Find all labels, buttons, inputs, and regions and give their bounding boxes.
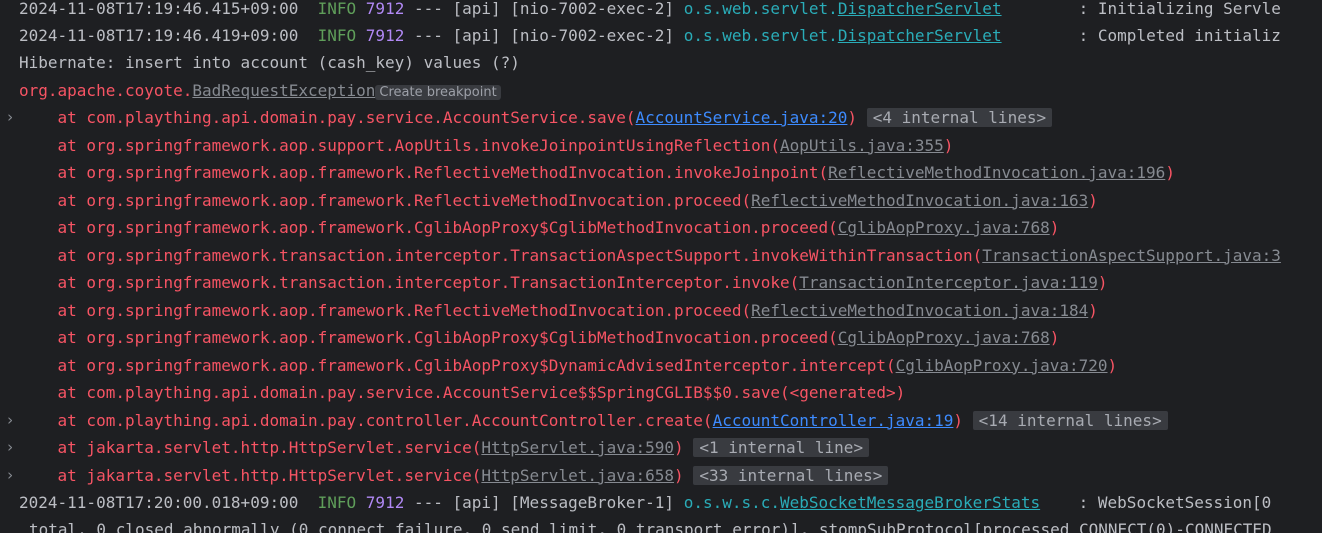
log-level: INFO xyxy=(317,0,357,18)
exception-package: org.apache.coyote. xyxy=(19,81,193,100)
stack-frame-method: at org.springframework.aop.framework.Ref… xyxy=(19,163,829,182)
stack-frame: › at jakarta.servlet.http.HttpServlet.se… xyxy=(0,434,1322,461)
log-message: : WebSocketSession[0 xyxy=(1040,493,1272,512)
log-message: : Initializing Servle xyxy=(1001,0,1281,18)
stack-frame: at org.springframework.aop.framework.Cgl… xyxy=(0,214,1322,241)
stack-frame: at org.springframework.aop.framework.Ref… xyxy=(0,187,1322,214)
stack-frame-method: at org.springframework.aop.framework.Cgl… xyxy=(19,218,838,237)
stack-frame-suffix: ) xyxy=(943,135,954,155)
log-thread: --- [api] [MessageBroker-1] xyxy=(404,493,684,512)
log-timestamp: 2024-11-08T17:19:46.419+09:00 xyxy=(19,26,299,45)
source-file-link[interactable]: AopUtils.java:355 xyxy=(780,136,944,155)
source-file-link[interactable]: HttpServlet.java:658 xyxy=(481,466,674,485)
source-file-link[interactable]: TransactionInterceptor.java:119 xyxy=(799,273,1098,292)
stack-frame: › at com.plaything.api.domain.pay.servic… xyxy=(0,104,1322,131)
source-file-link[interactable]: CglibAopProxy.java:768 xyxy=(838,218,1050,237)
stack-frame-method: at jakarta.servlet.http.HttpServlet.serv… xyxy=(19,438,482,457)
log-timestamp: 2024-11-08T17:20:00.018+09:00 xyxy=(19,493,299,512)
stack-frame-method: at org.springframework.aop.framework.Ref… xyxy=(19,190,752,210)
source-file-link[interactable]: AccountController.java:19 xyxy=(713,411,954,430)
chevron-right-icon[interactable]: › xyxy=(4,407,16,434)
stack-frame: at org.springframework.aop.framework.Ref… xyxy=(0,159,1322,186)
stack-frame-suffix: ) xyxy=(674,465,684,485)
log-level: INFO xyxy=(317,493,357,512)
hibernate-sql: Hibernate: insert into account (cash_key… xyxy=(19,53,520,72)
stack-frame-suffix: ) xyxy=(1049,218,1060,237)
stack-frame: at com.plaything.api.domain.pay.service.… xyxy=(0,379,1322,406)
stack-frame-method: at com.plaything.api.domain.pay.service.… xyxy=(19,383,906,402)
stack-frame-suffix: ) xyxy=(1107,355,1118,375)
log-thread: --- [api] [nio-7002-exec-2] xyxy=(404,26,684,45)
log-logger-package: o.s.w.s.c. xyxy=(683,493,781,512)
source-file-link[interactable]: TransactionAspectSupport.java:3 xyxy=(982,246,1281,265)
internal-lines-fold[interactable]: <33 internal lines> xyxy=(693,465,889,485)
log-line: 2024-11-08T17:19:46.415+09:00 INFO 7912 … xyxy=(0,0,1322,22)
stack-frame-suffix: ) xyxy=(1049,328,1060,347)
log-logger-package: o.s.web.servlet. xyxy=(683,26,838,45)
create-breakpoint-button[interactable]: Create breakpoint xyxy=(375,85,501,100)
internal-lines-fold[interactable]: <4 internal lines> xyxy=(866,108,1053,127)
log-message: total, 0 closed abnormally (0 connect fa… xyxy=(29,520,1272,533)
log-logger-package: o.s.web.servlet. xyxy=(683,0,838,18)
source-file-link[interactable]: ReflectiveMethodInvocation.java:163 xyxy=(751,191,1088,210)
log-pid: 7912 xyxy=(365,493,405,512)
stack-frame-method: at org.springframework.aop.framework.Ref… xyxy=(19,300,752,320)
log-line: 2024-11-08T17:19:46.419+09:00 INFO 7912 … xyxy=(0,22,1322,49)
source-file-link[interactable]: ReflectiveMethodInvocation.java:184 xyxy=(751,301,1088,320)
log-line-continuation: total, 0 closed abnormally (0 connect fa… xyxy=(0,516,1322,533)
stack-frame-suffix: ) xyxy=(1088,300,1098,320)
stack-frame: at org.springframework.transaction.inter… xyxy=(0,269,1322,296)
stack-frame: at org.springframework.aop.framework.Cgl… xyxy=(0,324,1322,351)
stack-frame-method: at org.springframework.aop.framework.Cgl… xyxy=(19,328,838,347)
stack-frame-suffix: ) xyxy=(1165,163,1175,182)
source-file-link[interactable]: HttpServlet.java:590 xyxy=(481,438,674,457)
chevron-right-icon[interactable]: › xyxy=(4,462,16,489)
hibernate-line: Hibernate: insert into account (cash_key… xyxy=(0,49,1322,76)
source-file-link[interactable]: AccountService.java:20 xyxy=(636,108,848,127)
stack-frame-method: at com.plaything.api.domain.pay.service.… xyxy=(19,108,636,127)
chevron-right-icon[interactable]: › xyxy=(4,434,16,461)
stack-frame-suffix: ) xyxy=(1088,190,1098,210)
log-thread: --- [api] [nio-7002-exec-2] xyxy=(404,0,684,18)
console-output: 2024-11-08T17:19:46.415+09:00 INFO 7912 … xyxy=(0,0,1322,533)
stack-frame-suffix: ) xyxy=(847,108,858,127)
stack-frame-method: at org.springframework.aop.framework.Cgl… xyxy=(19,355,896,375)
stack-frame: at org.springframework.transaction.inter… xyxy=(0,242,1322,269)
internal-lines-fold[interactable]: <14 internal lines> xyxy=(972,410,1168,430)
stack-frame-suffix: ) xyxy=(1097,273,1108,292)
log-line: 2024-11-08T17:20:00.018+09:00 INFO 7912 … xyxy=(0,489,1322,516)
stack-frame-method: at com.plaything.api.domain.pay.controll… xyxy=(19,410,713,430)
stack-frame: at org.springframework.aop.framework.Ref… xyxy=(0,297,1322,324)
stack-frame: › at jakarta.servlet.http.HttpServlet.se… xyxy=(0,462,1322,489)
exception-class-link[interactable]: BadRequestException xyxy=(192,81,375,100)
stack-frame: at org.springframework.aop.support.AopUt… xyxy=(0,132,1322,159)
log-logger-class-link[interactable]: DispatcherServlet xyxy=(838,0,1002,18)
stack-frame: at org.springframework.aop.framework.Cgl… xyxy=(0,352,1322,379)
log-timestamp: 2024-11-08T17:19:46.415+09:00 xyxy=(19,0,299,18)
log-message: : Completed initializ xyxy=(1001,26,1281,45)
stack-frame-method: at jakarta.servlet.http.HttpServlet.serv… xyxy=(19,465,482,485)
chevron-right-icon[interactable]: › xyxy=(4,104,16,131)
log-logger-class-link[interactable]: WebSocketMessageBrokerStats xyxy=(780,493,1040,512)
stack-frame: › at com.plaything.api.domain.pay.contro… xyxy=(0,407,1322,434)
source-file-link[interactable]: CglibAopProxy.java:768 xyxy=(838,328,1050,347)
stack-frame-method: at org.springframework.aop.support.AopUt… xyxy=(19,135,780,155)
source-file-link[interactable]: CglibAopProxy.java:720 xyxy=(896,356,1108,375)
log-pid: 7912 xyxy=(365,26,405,45)
log-logger-class-link[interactable]: DispatcherServlet xyxy=(838,26,1002,45)
stack-frame-suffix: ) xyxy=(674,438,684,457)
log-level: INFO xyxy=(317,26,357,45)
stack-frame-method: at org.springframework.transaction.inter… xyxy=(19,273,800,292)
internal-lines-fold[interactable]: <1 internal line> xyxy=(693,438,870,457)
log-pid: 7912 xyxy=(365,0,405,18)
source-file-link[interactable]: ReflectiveMethodInvocation.java:196 xyxy=(828,163,1165,182)
stack-frame-method: at org.springframework.transaction.inter… xyxy=(19,245,983,265)
stack-frame-suffix: ) xyxy=(953,410,964,430)
exception-line: org.apache.coyote.BadRequestException Cre… xyxy=(0,77,1322,104)
